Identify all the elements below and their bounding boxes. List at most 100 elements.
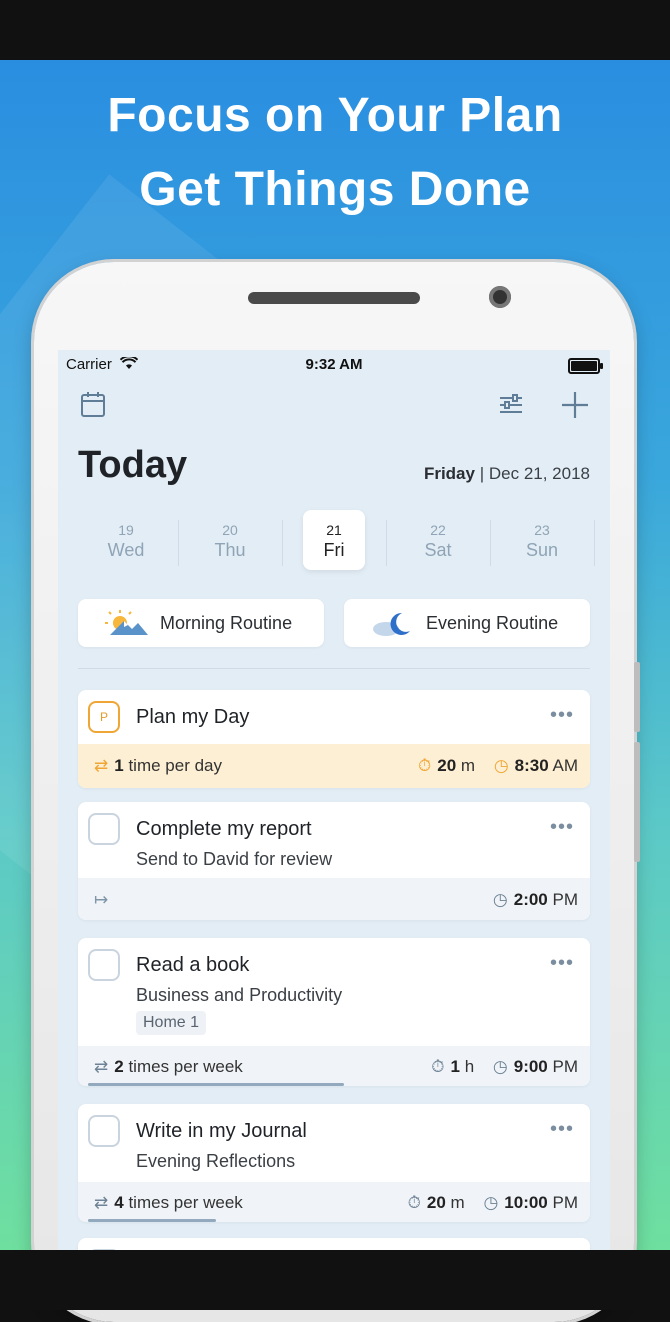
promo-headline-2: Get Things Done xyxy=(139,163,531,216)
repeat-info: ⇄ 2 times per week xyxy=(94,1057,243,1077)
repeat-text: times per week xyxy=(128,1193,243,1212)
task-checkbox[interactable] xyxy=(88,813,120,845)
date-label: | Dec 21, 2018 xyxy=(479,464,590,483)
task-card-journal[interactable]: Write in my Journal Evening Reflections … xyxy=(78,1104,590,1222)
repeat-count: 2 xyxy=(114,1057,124,1076)
phone-camera xyxy=(489,286,511,308)
stopwatch-icon: ⏱ xyxy=(407,1193,421,1212)
app-screen: Carrier 9:32 AM Today Friday | Dec 21, 2… xyxy=(58,350,610,1250)
task-footer: ⇄ 1 time per day ⏱ 20 m ◷ 8:30 AM xyxy=(78,744,590,788)
phone-side-button xyxy=(634,662,640,732)
day-name: Sat xyxy=(424,540,452,560)
repeat-icon: ⇄ xyxy=(94,1193,109,1212)
promo-headline-1: Focus on Your Plan xyxy=(107,89,563,142)
day-item-sat[interactable]: 22 Sat xyxy=(386,510,490,570)
day-name: Fri xyxy=(323,540,345,560)
task-title: Complete my report xyxy=(136,818,312,840)
repeat-icon: ⇄ xyxy=(94,1057,109,1076)
task-ampm: PM xyxy=(552,890,579,909)
task-footer: ⇄ 4 times per week ⏱ 20 m ◷ 10:00 PM xyxy=(78,1182,590,1222)
task-footer: ⇄ 2 times per week ⏱ 1 h ◷ 9:00 PM xyxy=(78,1046,590,1086)
task-card-read-book[interactable]: Read a book Business and Productivity Ho… xyxy=(78,938,590,1086)
task-subtitle: Evening Reflections xyxy=(136,1151,296,1171)
status-bar: Carrier 9:32 AM xyxy=(66,354,603,376)
phone-volume-button xyxy=(634,742,640,862)
repeat-text: time per day xyxy=(128,756,222,775)
day-strip: 19 Wed 20 Thu 21 Fri 22 Sat 23 Sun xyxy=(58,510,610,570)
task-time: 10:00 xyxy=(504,1193,548,1212)
day-name: Wed xyxy=(107,540,145,560)
current-date: Friday | Dec 21, 2018 xyxy=(424,464,590,484)
time-info: ⏱ 20 m ◷ 8:30 AM xyxy=(418,756,578,776)
day-divider xyxy=(594,520,595,566)
day-divider xyxy=(282,520,283,566)
duration-unit: m xyxy=(460,756,476,775)
repeat-text: times per week xyxy=(128,1057,243,1076)
page-title: Today xyxy=(78,444,188,486)
task-time: 9:00 xyxy=(513,1057,548,1076)
phone-speaker xyxy=(248,292,420,304)
repeat-info: ⇄ 1 time per day xyxy=(94,756,222,776)
duration-value: 20 xyxy=(426,1193,446,1212)
task-title: Plan my Day xyxy=(136,706,250,728)
clock-icon: ◷ xyxy=(483,1193,499,1212)
day-number: 22 xyxy=(430,522,446,538)
arrow-right-bar-icon: ↦ xyxy=(94,890,109,909)
bottom-letterbox xyxy=(0,1250,670,1310)
sunrise-icon xyxy=(105,610,148,635)
duration-value: 20 xyxy=(437,756,457,775)
task-footer: ↦ ◷ 2:00 PM xyxy=(78,878,590,920)
task-subtitle: Send to David for review xyxy=(136,849,333,869)
repeat-count: 1 xyxy=(114,756,124,775)
more-dots-icon[interactable]: ••• xyxy=(550,816,574,839)
time-info: ⏱ 20 m ◷ 10:00 PM xyxy=(408,1193,578,1213)
status-time: 9:32 AM xyxy=(305,356,363,373)
repeat-info: ⇄ 4 times per week xyxy=(94,1193,243,1213)
battery-icon xyxy=(568,358,603,374)
weekday-label: Friday xyxy=(423,464,475,483)
sliders-icon[interactable] xyxy=(498,392,524,423)
section-divider xyxy=(78,668,590,669)
day-item-wed[interactable]: 19 Wed xyxy=(74,510,178,570)
day-name: Thu xyxy=(214,540,246,560)
plus-icon[interactable] xyxy=(560,390,590,425)
stopwatch-icon: ⏱ xyxy=(418,756,432,775)
day-item-thu[interactable]: 20 Thu xyxy=(178,510,282,570)
day-number: 20 xyxy=(222,522,238,538)
repeat-icon: ⇄ xyxy=(94,756,109,775)
calendar-icon[interactable] xyxy=(80,390,106,423)
task-subtitle: Business and Productivity xyxy=(136,985,343,1005)
day-item-sun[interactable]: 23 Sun xyxy=(490,510,594,570)
task-ampm: AM xyxy=(552,756,579,775)
morning-routine-button[interactable]: Morning Routine xyxy=(78,599,324,647)
more-dots-icon[interactable]: ••• xyxy=(550,1118,574,1141)
task-checkbox[interactable] xyxy=(88,949,120,981)
task-card-plan-my-day[interactable]: P Plan my Day ••• ⇄ 1 time per day ⏱ 20 m … xyxy=(78,690,590,788)
day-number: 23 xyxy=(534,522,550,538)
evening-routine-button[interactable]: Evening Routine xyxy=(344,599,590,647)
task-ampm: PM xyxy=(552,1057,579,1076)
duration-unit: m xyxy=(450,1193,465,1212)
evening-routine-label: Evening Routine xyxy=(426,613,559,633)
day-name: Sun xyxy=(525,540,559,560)
more-dots-icon[interactable]: ••• xyxy=(550,952,574,975)
task-card-complete-report[interactable]: Complete my report Send to David for rev… xyxy=(78,802,590,920)
repeat-progress-bar xyxy=(88,1083,344,1086)
task-time: 2:00 xyxy=(513,890,548,909)
clock-icon: ◷ xyxy=(493,756,509,775)
day-number: 19 xyxy=(118,522,134,538)
moon-icon xyxy=(373,612,410,636)
task-title: Read a book xyxy=(136,954,250,976)
task-checkbox[interactable] xyxy=(88,1115,120,1147)
day-item-fri-selected[interactable]: 21 Fri xyxy=(303,510,365,570)
task-tag[interactable]: Home 1 xyxy=(136,1011,207,1035)
clock-icon: ◷ xyxy=(492,1057,508,1076)
task-ampm: PM xyxy=(552,1193,579,1212)
plan-badge[interactable]: P xyxy=(88,701,120,733)
day-number: 21 xyxy=(326,522,342,538)
task-card-partial[interactable] xyxy=(78,1238,590,1250)
morning-routine-label: Morning Routine xyxy=(160,613,293,633)
duration-value: 1 xyxy=(450,1057,460,1076)
repeat-progress-bar xyxy=(88,1219,216,1222)
more-dots-icon[interactable]: ••• xyxy=(550,704,574,727)
